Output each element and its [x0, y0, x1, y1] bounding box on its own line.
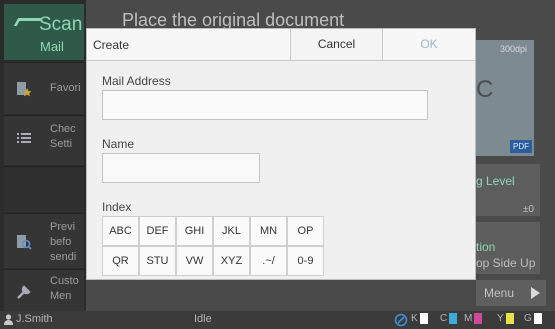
level-setting[interactable]: g Level ±0: [476, 164, 540, 216]
toner-y-level: [505, 313, 514, 324]
level-value: ±0: [522, 204, 534, 215]
resolution-label: 300dpi: [500, 44, 528, 54]
index-key[interactable]: GHI: [176, 216, 213, 246]
sidebar: Scan Mail Favori Chec Setti Previ befo s…: [0, 0, 86, 311]
toner-k: K: [411, 313, 428, 324]
preview-letter: C: [476, 76, 494, 103]
toner-g: G: [524, 313, 542, 324]
user-icon: [4, 314, 13, 325]
eco-icon: [394, 313, 408, 327]
favorites-icon: [17, 82, 32, 97]
level-label: g Level: [476, 174, 515, 188]
index-label: Index: [102, 200, 132, 214]
preview-icon: [17, 235, 32, 250]
mail-address-field[interactable]: [102, 90, 428, 120]
mail-address-label: Mail Address: [102, 74, 171, 88]
dialog-header: Create Cancel OK: [87, 29, 475, 61]
ok-button[interactable]: OK: [383, 29, 475, 60]
menu-button[interactable]: Menu: [476, 280, 546, 306]
index-key[interactable]: DEF: [139, 216, 176, 246]
index-key[interactable]: ABC: [102, 216, 139, 246]
toner-m-level: [474, 313, 483, 324]
index-key[interactable]: 0-9: [287, 246, 324, 276]
sidebar-spacer: [4, 166, 84, 212]
index-key[interactable]: VW: [176, 246, 213, 276]
toner-c: C: [440, 313, 458, 324]
mode-name: Scan: [39, 14, 83, 35]
index-key[interactable]: XYZ: [213, 246, 250, 276]
toner-m: M: [464, 313, 483, 324]
orientation-setting[interactable]: tion op Side Up: [476, 222, 540, 274]
dialog-title: Create: [93, 38, 130, 52]
toner-k-level: [419, 313, 428, 324]
index-key[interactable]: JKL: [213, 216, 250, 246]
toner-y: Y: [497, 313, 514, 324]
cancel-button[interactable]: Cancel: [290, 29, 383, 60]
orientation-label: tion: [476, 240, 496, 254]
index-key[interactable]: QR: [102, 246, 139, 276]
list-icon: [17, 133, 31, 143]
sidebar-item-label: Chec Setti: [50, 123, 76, 150]
name-field[interactable]: [102, 153, 260, 183]
index-key[interactable]: OP: [287, 216, 324, 246]
index-key[interactable]: STU: [139, 246, 176, 276]
sidebar-item-check-settings[interactable]: Chec Setti: [4, 115, 84, 165]
toner-g-level: [533, 313, 542, 324]
menu-label: Menu: [484, 286, 515, 300]
sidebar-item-label: Custo Men: [50, 275, 79, 302]
mode-sub: Mail: [40, 39, 64, 54]
name-label: Name: [102, 137, 135, 151]
create-dialog: Create Cancel OK Mail Address Name Index…: [86, 28, 476, 280]
mode-tile[interactable]: Scan Mail: [4, 4, 84, 60]
sidebar-item-label: Favori: [50, 82, 81, 94]
play-icon: [531, 287, 540, 299]
index-key[interactable]: MN: [250, 216, 287, 246]
format-badge: PDF: [510, 140, 532, 153]
toner-c-level: [449, 313, 458, 324]
sidebar-item-custom-menu[interactable]: Custo Men: [4, 269, 84, 311]
status-bar: J.Smith Idle K C M Y G: [0, 311, 555, 329]
document-preview: 300dpi C PDF: [472, 40, 534, 156]
machine-state: Idle: [194, 313, 212, 325]
sidebar-item-preview[interactable]: Previ befo sendi: [4, 213, 84, 268]
user-name: J.Smith: [16, 313, 53, 325]
wrench-icon: [17, 285, 31, 299]
index-key[interactable]: .~/: [250, 246, 287, 276]
sidebar-item-favorites[interactable]: Favori: [4, 62, 84, 114]
orientation-value: op Side Up: [476, 256, 536, 270]
scan-screen: Scan Mail Favori Chec Setti Previ befo s…: [0, 0, 555, 329]
sidebar-item-label: Previ befo sendi: [50, 221, 77, 263]
